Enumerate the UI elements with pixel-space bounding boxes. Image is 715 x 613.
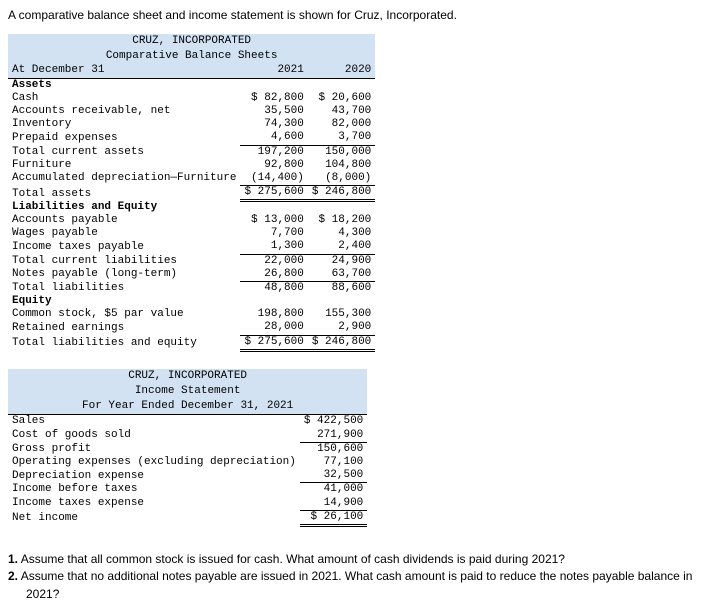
q1-text: Assume that all common stock is issued f…	[21, 552, 565, 566]
row-income-taxes-payable: Income taxes payable1,3002,400	[8, 240, 375, 254]
is-company: CRUZ, INCORPORATED	[8, 369, 367, 384]
row-furniture: Furniture92,800104,800	[8, 159, 375, 172]
row-ap: Accounts payable$ 13,000$ 18,200	[8, 214, 375, 227]
bs-year-2021: 2021	[240, 64, 307, 78]
row-inventory: Inventory74,30082,000	[8, 118, 375, 131]
row-accum-dep: Accumulated depreciation—Furniture(14,40…	[8, 172, 375, 186]
row-ar: Accounts receivable, net35,50043,700	[8, 105, 375, 118]
row-total-liab: Total liabilities48,80088,600	[8, 281, 375, 295]
question-2: 2. Assume that no additional notes payab…	[8, 569, 707, 585]
row-tax-expense: Income taxes expense14,900	[8, 497, 367, 511]
bs-company: CRUZ, INCORPORATED	[8, 34, 375, 49]
row-income-before-taxes: Income before taxes41,000	[8, 483, 367, 497]
balance-sheet: CRUZ, INCORPORATED Comparative Balance S…	[8, 34, 375, 352]
is-title: Income Statement	[8, 384, 367, 399]
row-total-current-liab: Total current liabilities22,00024,900	[8, 254, 375, 268]
income-statement: CRUZ, INCORPORATED Income Statement For …	[8, 369, 367, 527]
row-cash: Cash$ 82,800$ 20,600	[8, 92, 375, 105]
bs-liab-header: Liabilities and Equity	[8, 201, 240, 214]
bs-equity-header: Equity	[8, 295, 240, 308]
row-notes-payable: Notes payable (long-term)26,80063,700	[8, 268, 375, 282]
intro-text: A comparative balance sheet and income s…	[8, 8, 707, 22]
q2-text-a: Assume that no additional notes payable …	[21, 569, 693, 583]
bs-title: Comparative Balance Sheets	[8, 49, 375, 64]
row-dep-expense: Depreciation expense32,500	[8, 469, 367, 483]
row-total-liab-equity: Total liabilities and equity$ 275,600$ 2…	[8, 335, 375, 350]
questions: 1. Assume that all common stock is issue…	[8, 552, 707, 603]
row-opex: Operating expenses (excluding depreciati…	[8, 456, 367, 469]
row-net-income: Net income$ 26,100	[8, 510, 367, 525]
row-common-stock: Common stock, $5 par value198,800155,300	[8, 308, 375, 321]
q2-number: 2.	[8, 569, 18, 583]
is-period: For Year Ended December 31, 2021	[8, 399, 367, 415]
row-prepaid: Prepaid expenses4,6003,700	[8, 131, 375, 145]
row-total-assets: Total assets$ 275,600$ 246,800	[8, 186, 375, 201]
bs-date-label: At December 31	[8, 64, 240, 78]
row-total-current-assets: Total current assets197,200150,000	[8, 145, 375, 159]
question-1: 1. Assume that all common stock is issue…	[8, 552, 707, 568]
row-cogs: Cost of goods sold271,900	[8, 429, 367, 443]
q2-text-b: 2021?	[8, 587, 707, 603]
bs-year-2020: 2020	[308, 64, 375, 78]
row-sales: Sales$ 422,500	[8, 415, 367, 429]
row-gross-profit: Gross profit150,600	[8, 442, 367, 456]
row-wages-payable: Wages payable7,7004,300	[8, 227, 375, 240]
bs-assets-header: Assets	[8, 78, 240, 92]
row-retained-earnings: Retained earnings28,0002,900	[8, 321, 375, 335]
q1-number: 1.	[8, 552, 18, 566]
